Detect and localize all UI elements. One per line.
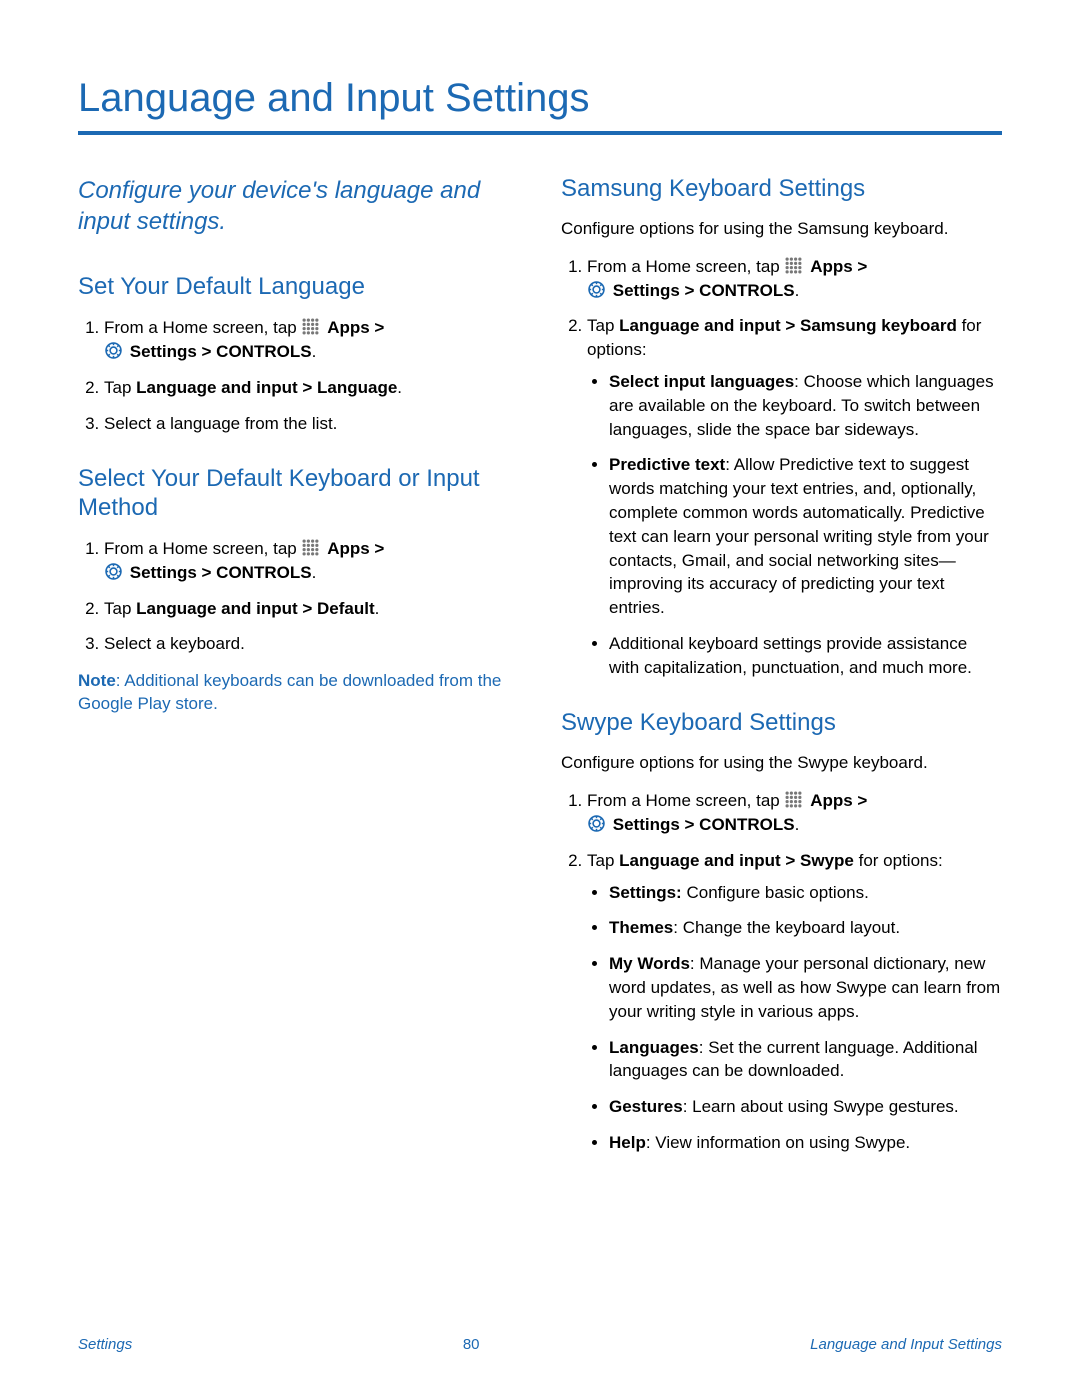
left-column: Configure your device's language and inp… [78, 175, 519, 1167]
list-item: Settings: Configure basic options. [609, 881, 1002, 905]
lead-swype: Configure options for using the Swype ke… [561, 752, 1002, 775]
apps-label: Apps > [327, 318, 384, 337]
list-item: Tap Language and input > Swype for optio… [587, 849, 1002, 1155]
list-item: Additional keyboard settings provide ass… [609, 632, 1002, 680]
text: Configure basic options. [682, 883, 869, 902]
list-item: Help: View information on using Swype. [609, 1131, 1002, 1155]
text: Tap [587, 851, 619, 870]
text: Gestures [609, 1097, 683, 1116]
text: . [312, 563, 317, 582]
text: Themes [609, 918, 673, 937]
swype-options: Settings: Configure basic options. Theme… [587, 881, 1002, 1155]
steps-set-default-language: From a Home screen, tap Apps > Settings … [78, 316, 519, 435]
steps-select-default-keyboard: From a Home screen, tap Apps > Settings … [78, 537, 519, 656]
apps-icon [785, 791, 802, 808]
list-item: From a Home screen, tap Apps > Settings … [587, 255, 1002, 303]
steps-samsung-keyboard: From a Home screen, tap Apps > Settings … [561, 255, 1002, 680]
heading-samsung-keyboard: Samsung Keyboard Settings [561, 175, 1002, 204]
settings-icon [588, 281, 605, 298]
apps-icon [302, 539, 319, 556]
page-footer: Settings 80 Language and Input Settings [0, 1336, 1080, 1353]
text: Language and input > Default [136, 599, 374, 618]
heading-select-default-keyboard: Select Your Default Keyboard or Input Me… [78, 465, 519, 523]
apps-icon [785, 257, 802, 274]
title-rule [78, 131, 1002, 135]
settings-controls-label: Settings > CONTROLS [613, 281, 795, 300]
text: From a Home screen, tap [104, 539, 301, 558]
text: Select input languages [609, 372, 794, 391]
footer-right: Language and Input Settings [810, 1336, 1002, 1353]
settings-icon [105, 342, 122, 359]
list-item: From a Home screen, tap Apps > Settings … [587, 789, 1002, 837]
text: : Allow Predictive text to suggest words… [609, 455, 989, 617]
footer-left: Settings [78, 1336, 132, 1353]
list-item: Tap Language and input > Default. [104, 597, 519, 621]
list-item: Gestures: Learn about using Swype gestur… [609, 1095, 1002, 1119]
text: . [375, 599, 380, 618]
text: : Change the keyboard layout. [673, 918, 900, 937]
footer-page-number: 80 [463, 1336, 480, 1353]
text: Settings: [609, 883, 682, 902]
steps-swype-keyboard: From a Home screen, tap Apps > Settings … [561, 789, 1002, 1155]
apps-icon [302, 318, 319, 335]
intro-text: Configure your device's language and inp… [78, 175, 519, 237]
list-item: Languages: Set the current language. Add… [609, 1036, 1002, 1084]
settings-controls-label: Settings > CONTROLS [613, 815, 795, 834]
list-item: Select a language from the list. [104, 412, 519, 436]
list-item: Select a keyboard. [104, 632, 519, 656]
list-item: Predictive text: Allow Predictive text t… [609, 453, 1002, 620]
list-item: Tap Language and input > Samsung keyboar… [587, 314, 1002, 679]
text: Language and input > Swype [619, 851, 854, 870]
document-page: Language and Input Settings Configure yo… [0, 0, 1080, 1397]
samsung-options: Select input languages: Choose which lan… [587, 370, 1002, 680]
apps-label: Apps > [810, 791, 867, 810]
text: : Learn about using Swype gestures. [683, 1097, 959, 1116]
settings-icon [588, 815, 605, 832]
text: Additional keyboard settings provide ass… [609, 634, 972, 677]
page-title: Language and Input Settings [78, 76, 1002, 121]
settings-controls-label: Settings > CONTROLS [130, 342, 312, 361]
text: for options: [854, 851, 943, 870]
text: From a Home screen, tap [104, 318, 301, 337]
list-item: My Words: Manage your personal dictionar… [609, 952, 1002, 1023]
list-item: From a Home screen, tap Apps > Settings … [104, 316, 519, 364]
list-item: Select input languages: Choose which lan… [609, 370, 1002, 441]
text: . [312, 342, 317, 361]
list-item: Tap Language and input > Language. [104, 376, 519, 400]
text: Languages [609, 1038, 699, 1057]
text: My Words [609, 954, 690, 973]
text: . [397, 378, 402, 397]
settings-controls-label: Settings > CONTROLS [130, 563, 312, 582]
right-column: Samsung Keyboard Settings Configure opti… [561, 175, 1002, 1167]
text: Language and input > Language [136, 378, 397, 397]
note-text: : Additional keyboards can be downloaded… [78, 671, 501, 713]
apps-label: Apps > [327, 539, 384, 558]
text: Language and input > Samsung keyboard [619, 316, 957, 335]
text: . [795, 281, 800, 300]
text: Help [609, 1133, 646, 1152]
text: . [795, 815, 800, 834]
text: Tap [104, 378, 136, 397]
list-item: Themes: Change the keyboard layout. [609, 916, 1002, 940]
lead-samsung: Configure options for using the Samsung … [561, 218, 1002, 241]
text: Predictive text [609, 455, 725, 474]
text: From a Home screen, tap [587, 257, 784, 276]
heading-set-default-language: Set Your Default Language [78, 273, 519, 302]
text: From a Home screen, tap [587, 791, 784, 810]
note-label: Note [78, 671, 116, 690]
text: Tap [587, 316, 619, 335]
note-additional-keyboards: Note: Additional keyboards can be downlo… [78, 670, 519, 716]
apps-label: Apps > [810, 257, 867, 276]
heading-swype-keyboard: Swype Keyboard Settings [561, 709, 1002, 738]
text: Tap [104, 599, 136, 618]
settings-icon [105, 563, 122, 580]
columns: Configure your device's language and inp… [78, 175, 1002, 1167]
list-item: From a Home screen, tap Apps > Settings … [104, 537, 519, 585]
text: : View information on using Swype. [646, 1133, 910, 1152]
